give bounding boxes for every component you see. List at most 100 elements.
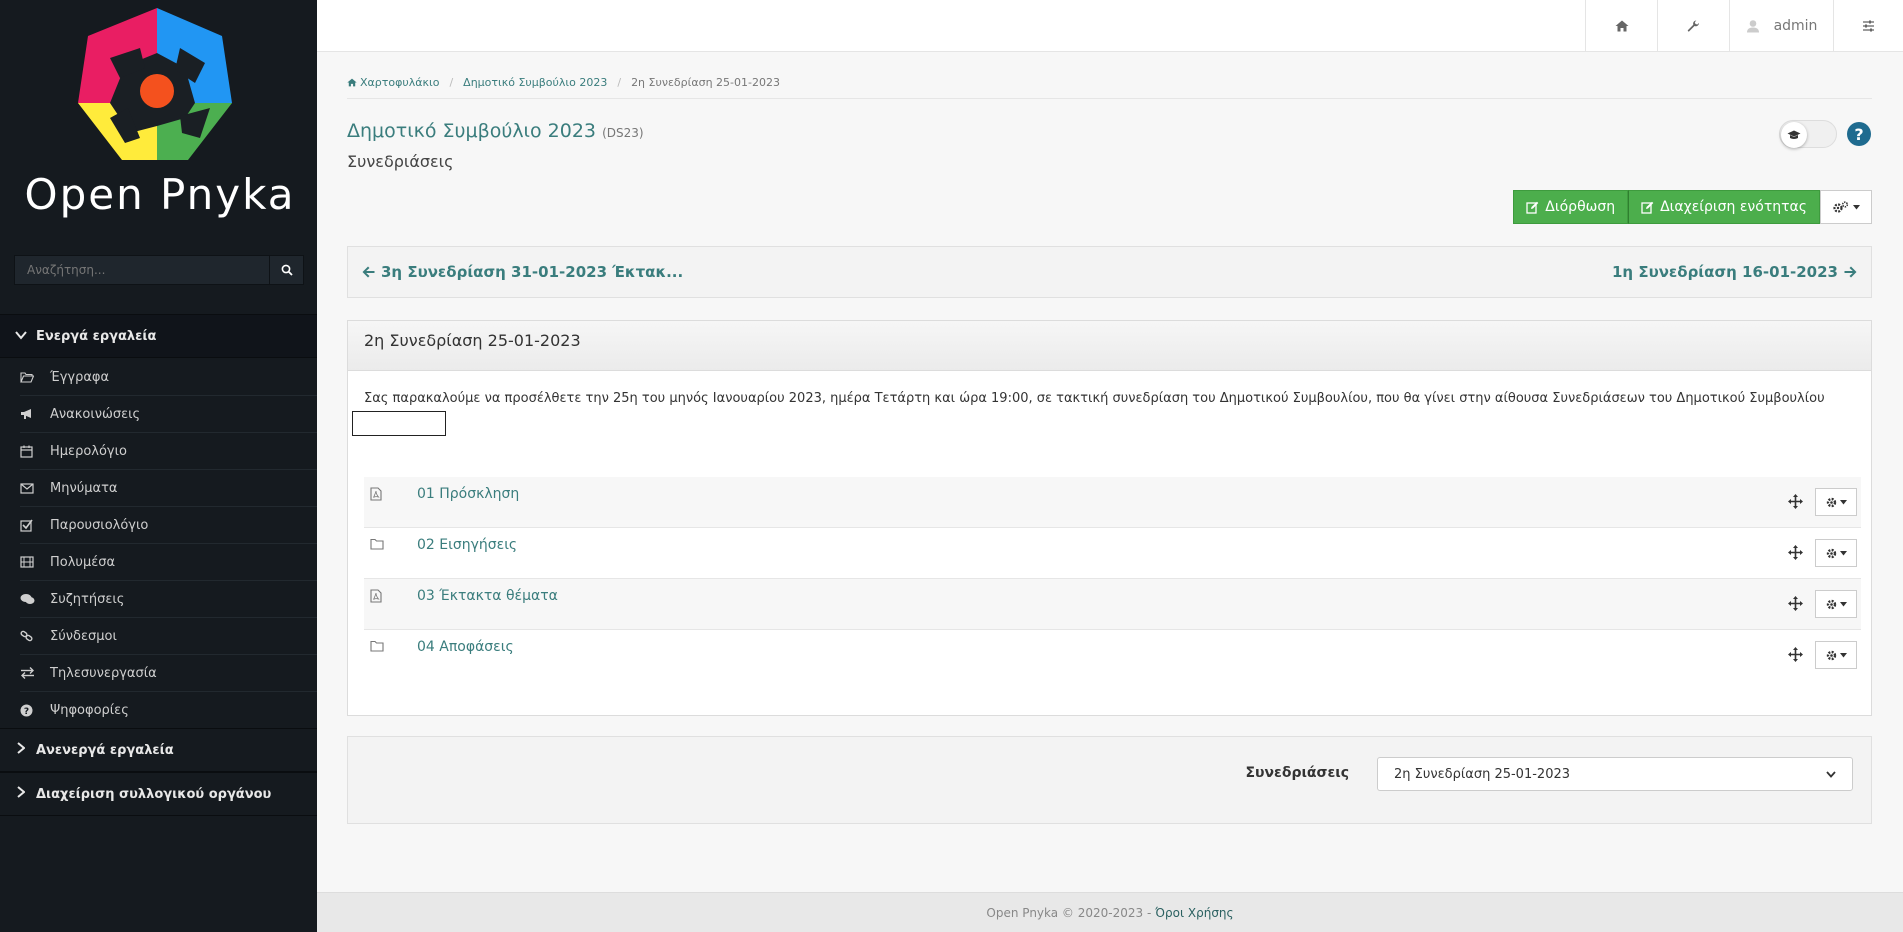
- check-square-icon: [20, 519, 50, 532]
- user-name: admin: [1773, 18, 1818, 34]
- session-navigation: 3η Συνεδρίαση 31-01-2023 Έκτακ... 1η Συν…: [347, 246, 1872, 298]
- home-icon: [347, 78, 357, 87]
- move-icon[interactable]: [1788, 647, 1803, 666]
- document-link[interactable]: 03 Έκτακτα θέματα: [417, 588, 558, 604]
- search-button[interactable]: [270, 255, 304, 285]
- document-link[interactable]: 02 Εισηγήσεις: [417, 537, 517, 553]
- prev-session-link[interactable]: 3η Συνεδρίαση 31-01-2023 Έκτακ...: [362, 263, 683, 281]
- selected-session: 2η Συνεδρίαση 25-01-2023: [1394, 766, 1571, 782]
- svg-text:?: ?: [24, 707, 29, 717]
- footer-text: Open Pnyka © 2020-2023 -: [986, 905, 1152, 920]
- gear-icon: [1826, 599, 1836, 609]
- chevron-down-icon: [6, 328, 36, 344]
- settings-button[interactable]: [1833, 0, 1903, 52]
- sidebar-item-label: Ψηφοφορίες: [50, 702, 129, 718]
- top-bar: admin: [317, 0, 1903, 52]
- breadcrumb-course[interactable]: Δημοτικό Συμβούλιο 2023: [463, 76, 607, 89]
- logo-text: Open Pnyka: [24, 170, 296, 219]
- home-button[interactable]: [1585, 0, 1657, 52]
- sidebar-item-documents[interactable]: Έγγραφα: [20, 359, 317, 396]
- item-actions-button[interactable]: [1815, 488, 1857, 516]
- bullhorn-icon: [20, 408, 50, 420]
- group-label: Διαχείριση συλλογικού οργάνου: [36, 786, 272, 802]
- group-inactive-tools[interactable]: Ανενεργά εργαλεία: [0, 728, 317, 772]
- list-item: 01 Πρόσκληση: [364, 477, 1861, 528]
- link-icon: [20, 630, 50, 642]
- item-actions-button[interactable]: [1815, 590, 1857, 618]
- divider: [347, 98, 1872, 99]
- wrench-icon: [1687, 20, 1700, 32]
- breadcrumb-current: 2η Συνεδρίαση 25-01-2023: [631, 76, 780, 89]
- move-icon[interactable]: [1788, 545, 1803, 564]
- sidebar-item-media[interactable]: Πολυμέσα: [20, 544, 317, 581]
- edit-icon: [1526, 201, 1539, 214]
- arrow-left-icon: [362, 266, 375, 278]
- sidebar-item-messages[interactable]: Μηνύματα: [20, 470, 317, 507]
- manage-section-button[interactable]: Διαχείριση ενότητας: [1628, 190, 1820, 224]
- user-menu[interactable]: admin: [1729, 0, 1833, 52]
- sidebar-item-attendance[interactable]: Παρουσιολόγιο: [20, 507, 317, 544]
- caret-down-icon: [1839, 601, 1847, 606]
- settings-dropdown-button[interactable]: [1820, 190, 1872, 224]
- gears-icon: [1832, 200, 1848, 213]
- folder-icon: [370, 538, 384, 554]
- sidebar-item-discussions[interactable]: Συζητήσεις: [20, 581, 317, 618]
- logo[interactable]: Open Pnyka: [0, 0, 317, 240]
- search-input[interactable]: [14, 255, 270, 285]
- chevron-right-icon: [6, 786, 36, 802]
- caret-down-icon: [1852, 204, 1860, 209]
- session-filter: Συνεδριάσεις 2η Συνεδρίαση 25-01-2023: [347, 736, 1872, 824]
- session-select[interactable]: 2η Συνεδρίαση 25-01-2023: [1377, 757, 1853, 791]
- terms-link[interactable]: Όροι Χρήσης: [1155, 906, 1233, 920]
- folder-icon: [370, 640, 384, 656]
- sidebar-item-links[interactable]: Σύνδεσμοι: [20, 618, 317, 655]
- list-item: 03 Έκτακτα θέματα: [364, 579, 1861, 630]
- document-link[interactable]: 04 Αποφάσεις: [417, 639, 514, 655]
- sidebar-item-label: Τηλεσυνεργασία: [50, 665, 157, 681]
- sliders-icon: [1863, 20, 1874, 32]
- sidebar-item-label: Ημερολόγιο: [50, 443, 127, 459]
- group-active-tools[interactable]: Ενεργά εργαλεία: [0, 314, 317, 358]
- breadcrumb-home[interactable]: Χαρτοφυλάκιο: [347, 76, 439, 89]
- search-icon: [281, 264, 293, 276]
- tools-button[interactable]: [1657, 0, 1729, 52]
- move-icon[interactable]: [1788, 494, 1803, 513]
- sidebar-item-label: Πολυμέσα: [50, 554, 116, 570]
- chevron-down-icon: [1826, 770, 1836, 778]
- list-item: 02 Εισηγήσεις: [364, 528, 1861, 579]
- list-item: 04 Αποφάσεις: [364, 630, 1861, 681]
- edit-button[interactable]: Διόρθωση: [1513, 190, 1629, 224]
- sidebar: Open Pnyka Ενεργά εργαλεία Έγγραφα Ανακο…: [0, 0, 317, 932]
- sidebar-item-teleconference[interactable]: Τηλεσυνεργασία: [20, 655, 317, 692]
- next-session-link[interactable]: 1η Συνεδρίαση 16-01-2023: [1612, 263, 1857, 281]
- envelope-icon: [20, 482, 50, 494]
- caret-down-icon: [1839, 652, 1847, 657]
- caret-down-icon: [1839, 550, 1847, 555]
- breadcrumb-separator: /: [449, 76, 454, 89]
- item-actions-button[interactable]: [1815, 539, 1857, 567]
- group-admin[interactable]: Διαχείριση συλλογικού οργάνου: [0, 772, 317, 816]
- exchange-icon: [20, 667, 50, 679]
- comments-icon: [20, 593, 50, 605]
- question-circle-icon: ?: [20, 704, 50, 717]
- sidebar-item-calendar[interactable]: Ημερολόγιο: [20, 433, 317, 470]
- session-description: Σας παρακαλούμε να προσέλθετε την 25η το…: [364, 391, 1825, 406]
- sidebar-item-polls[interactable]: ? Ψηφοφορίες: [20, 692, 317, 729]
- session-panel: 2η Συνεδρίαση 25-01-2023 Σας παρακαλούμε…: [347, 320, 1872, 716]
- course-code: (DS23): [602, 126, 644, 140]
- student-view-toggle[interactable]: [1779, 120, 1837, 148]
- help-button[interactable]: ?: [1847, 122, 1871, 146]
- item-actions-button[interactable]: [1815, 641, 1857, 669]
- folder-open-icon: [20, 371, 50, 383]
- document-list: 01 Πρόσκληση 02 Εισηγήσεις 03 Έκτακτα θέ…: [364, 477, 1861, 681]
- sidebar-item-label: Ανακοινώσεις: [50, 406, 141, 422]
- gear-icon: [1826, 650, 1836, 660]
- user-icon: [1746, 20, 1759, 33]
- sidebar-item-label: Παρουσιολόγιο: [50, 517, 149, 533]
- file-pdf-icon: [370, 589, 382, 607]
- graduation-cap-icon: [1787, 130, 1801, 139]
- document-link[interactable]: 01 Πρόσκληση: [417, 486, 519, 502]
- tool-list: Έγγραφα Ανακοινώσεις Ημερολόγιο Μηνύματα…: [0, 359, 317, 729]
- move-icon[interactable]: [1788, 596, 1803, 615]
- sidebar-item-announcements[interactable]: Ανακοινώσεις: [20, 396, 317, 433]
